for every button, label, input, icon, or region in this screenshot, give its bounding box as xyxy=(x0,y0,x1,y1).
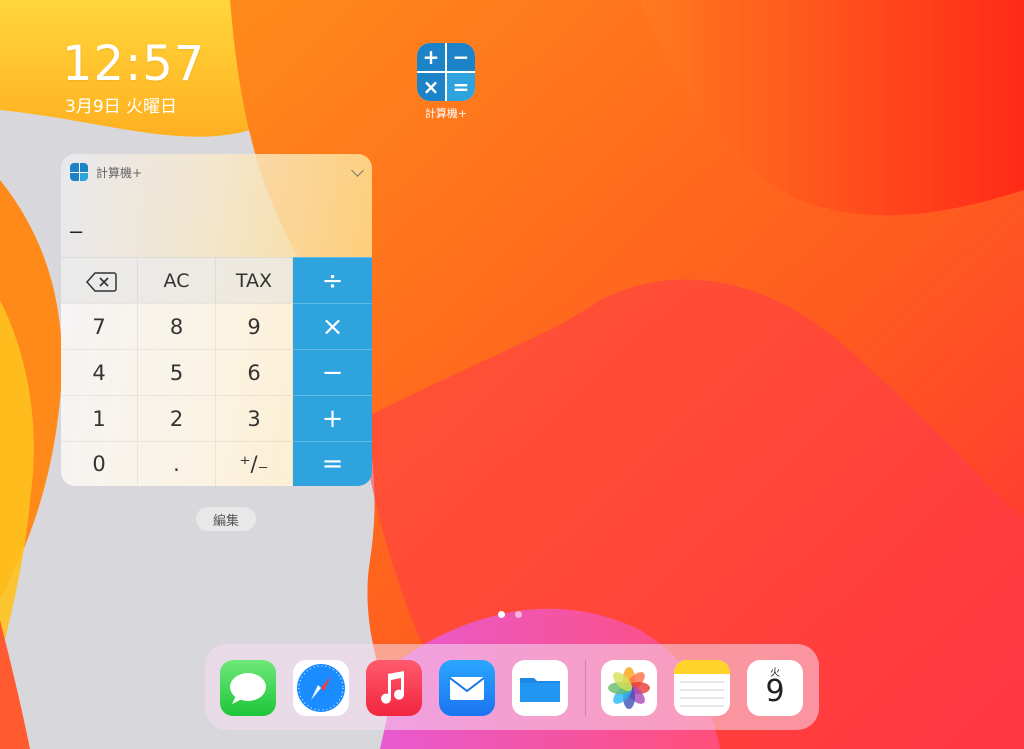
calc-key[interactable]: 5 xyxy=(138,349,216,395)
calendar-app-icon[interactable]: 火 9 xyxy=(747,660,803,716)
calc-key[interactable]: 8 xyxy=(138,303,216,349)
calc-key[interactable]: − xyxy=(293,349,372,395)
calc-key[interactable]: × xyxy=(293,303,372,349)
page-indicator[interactable] xyxy=(498,611,522,618)
edit-button[interactable]: 編集 xyxy=(196,507,256,531)
calc-key[interactable]: . xyxy=(138,441,216,486)
files-app-icon[interactable] xyxy=(512,660,568,716)
calculator-display: – xyxy=(61,190,372,257)
mail-app-icon[interactable] xyxy=(439,660,495,716)
home-app-calculator-plus[interactable]: + − × = 計算機+ xyxy=(413,43,479,121)
page-dot xyxy=(515,611,522,618)
calculator-plus-mini-icon xyxy=(70,163,88,181)
calculator-keypad: AC TAX ÷ 7 8 9 × 4 5 6− 1 2 3 +0. ⁺/₋ = xyxy=(61,257,372,486)
dock-separator xyxy=(585,660,586,716)
page-dot xyxy=(498,611,505,618)
calc-key[interactable]: AC xyxy=(138,257,216,303)
minus-symbol: − xyxy=(447,43,475,71)
calc-key[interactable]: 0 xyxy=(61,441,138,486)
music-app-icon[interactable] xyxy=(366,660,422,716)
calc-key[interactable]: 3 xyxy=(216,395,293,441)
calc-key[interactable]: + xyxy=(293,395,372,441)
messages-app-icon[interactable] xyxy=(220,660,276,716)
dock: 火 9 xyxy=(205,644,819,730)
widget-header: 計算機+ xyxy=(61,154,372,190)
calc-key[interactable]: 4 xyxy=(61,349,138,395)
chevron-down-icon[interactable] xyxy=(351,164,364,177)
calc-key[interactable]: ÷ xyxy=(293,257,372,303)
safari-app-icon[interactable] xyxy=(293,660,349,716)
clock-time: 12:57 xyxy=(62,36,206,92)
calc-key[interactable]: 2 xyxy=(138,395,216,441)
calc-key[interactable]: 6 xyxy=(216,349,293,395)
display-value: – xyxy=(70,218,83,243)
calc-key[interactable]: 9 xyxy=(216,303,293,349)
photos-app-icon[interactable] xyxy=(601,660,657,716)
backspace-icon xyxy=(85,271,117,292)
calc-key[interactable]: 1 xyxy=(61,395,138,441)
calc-key[interactable]: = xyxy=(293,441,372,486)
calc-key[interactable]: TAX xyxy=(216,257,293,303)
home-app-label: 計算機+ xyxy=(424,107,468,120)
calendar-day: 9 xyxy=(765,674,785,709)
calculator-plus-icon: + − × = xyxy=(417,43,475,101)
calc-key[interactable]: ⁺/₋ xyxy=(216,441,293,486)
clock-date: 3月9日 火曜日 xyxy=(65,97,178,117)
widget-title: 計算機+ xyxy=(96,165,143,180)
multiply-symbol: × xyxy=(417,73,445,101)
calc-key[interactable]: 7 xyxy=(61,303,138,349)
equals-symbol: = xyxy=(447,73,475,101)
calculator-widget: 計算機+ – AC TAX ÷ 7 8 9 × 4 5 6− 1 2 3 +0. ⁺/₋ = xyxy=(61,154,372,486)
backspace-key[interactable] xyxy=(61,257,138,303)
notes-app-icon[interactable] xyxy=(674,660,730,716)
plus-symbol: + xyxy=(417,43,445,71)
